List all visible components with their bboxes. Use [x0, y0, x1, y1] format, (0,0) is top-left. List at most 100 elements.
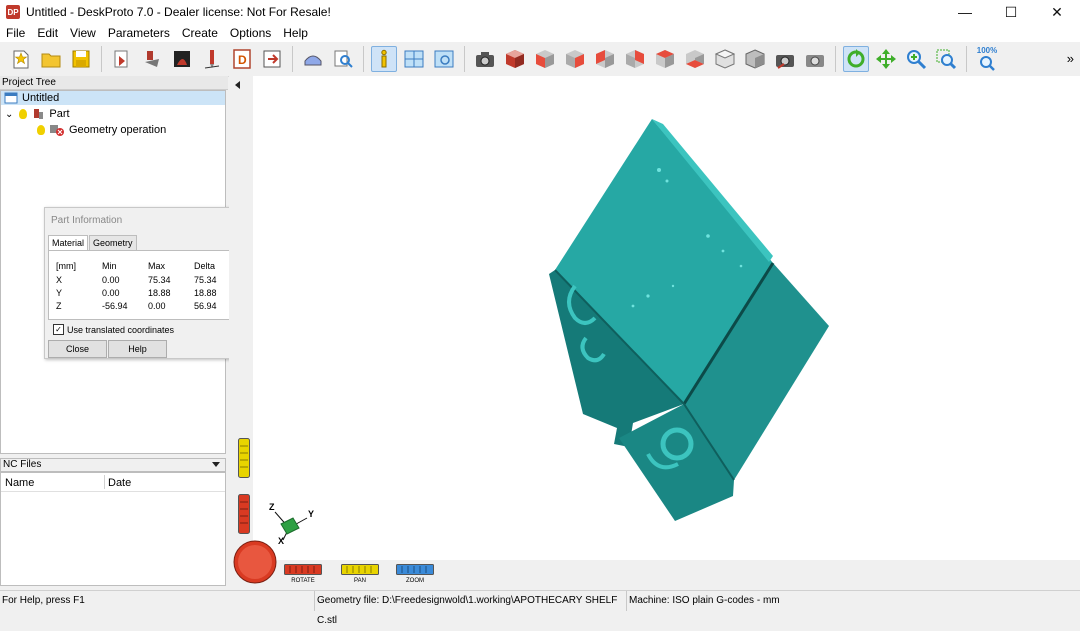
toolbar-separator — [363, 46, 364, 72]
row-max-value: 75.34 — [148, 275, 171, 285]
drawing-import-icon[interactable]: D — [229, 46, 255, 72]
close-window-button[interactable]: ✕ — [1034, 0, 1080, 24]
dialog-close-button[interactable]: Close — [48, 340, 107, 358]
row-min-value: 0.00 — [102, 275, 120, 285]
tab-material[interactable]: Material — [48, 235, 89, 251]
pan-wheel-icon[interactable] — [341, 564, 379, 575]
simulation-icon[interactable] — [300, 46, 326, 72]
info-icon[interactable] — [371, 46, 397, 72]
tree-item-geometry-operation[interactable]: Geometry operation — [37, 123, 166, 137]
rotate-view-icon[interactable] — [843, 46, 869, 72]
toolbar-overflow-button[interactable]: » — [1067, 51, 1074, 66]
row-min-value: -56.94 — [102, 301, 128, 311]
3d-model-apothecary-shelf[interactable] — [253, 76, 1080, 586]
tree-item-part[interactable]: ⌄ Part — [5, 107, 70, 121]
column-header-delta: Delta — [194, 261, 216, 271]
part-dimensions-table: [mm] Min Max Delta X 0.00 75.34 75.34 Y … — [48, 250, 244, 320]
menu-bar: File Edit View Parameters Create Options… — [0, 24, 1080, 42]
tree-item-label: Untitled — [22, 92, 60, 104]
pan-control[interactable]: PAN — [340, 564, 380, 585]
menu-help[interactable]: Help — [277, 26, 314, 40]
pan-view-icon[interactable] — [873, 46, 899, 72]
column-header-min: Min — [102, 261, 117, 271]
chevron-down-icon[interactable]: ⌄ — [5, 109, 13, 120]
main-toolbar: D 100% » — [0, 42, 1080, 77]
view-shaded-icon[interactable] — [742, 46, 768, 72]
rotate-dial-icon[interactable] — [231, 538, 279, 586]
toolbar-separator — [101, 46, 102, 72]
save-icon[interactable] — [68, 46, 94, 72]
collapse-panel-icon[interactable] — [235, 81, 240, 89]
zoom-wheel-icon[interactable] — [396, 564, 434, 575]
pan-scroll-wheel-icon[interactable] — [238, 438, 250, 478]
toolbar-separator — [966, 46, 967, 72]
preview-search-icon[interactable] — [330, 46, 356, 72]
translated-coordinates-checkbox[interactable]: ✓ Use translated coordinates — [53, 324, 174, 335]
zoom-window-icon[interactable] — [933, 46, 959, 72]
checkbox-check-icon[interactable]: ✓ — [53, 324, 64, 335]
app-logo-icon: DP — [6, 5, 20, 19]
nc-files-title: NC Files — [3, 459, 42, 470]
zoom-control[interactable]: ZOOM — [395, 564, 435, 585]
3d-viewport[interactable]: Z Y X ROTATE PAN ZOOM — [233, 76, 1080, 586]
nc-column-date[interactable]: Date — [108, 477, 131, 489]
menu-parameters[interactable]: Parameters — [102, 26, 176, 40]
menu-create[interactable]: Create — [176, 26, 224, 40]
tab-geometry[interactable]: Geometry — [89, 235, 137, 251]
nc-files-dropdown-icon[interactable] — [212, 462, 220, 467]
geometry-operation-icon — [50, 125, 64, 136]
zoom-in-icon[interactable] — [903, 46, 929, 72]
open-folder-icon[interactable] — [38, 46, 64, 72]
view-camera-redo-icon[interactable] — [802, 46, 828, 72]
menu-file[interactable]: File — [0, 26, 31, 40]
view-back-icon[interactable] — [592, 46, 618, 72]
dialog-tabs: Material Geometry — [48, 235, 138, 251]
zoom-100-label: 100% — [976, 46, 998, 55]
row-min-value: 0.00 — [102, 288, 120, 298]
lightbulb-icon[interactable] — [37, 125, 45, 135]
row-axis-label: Z — [56, 301, 62, 311]
menu-options[interactable]: Options — [224, 26, 277, 40]
rotate-wheel-icon[interactable] — [284, 564, 322, 575]
menu-view[interactable]: View — [64, 26, 102, 40]
column-divider — [104, 475, 105, 489]
window-title: Untitled - DeskProto 7.0 - Dealer licens… — [26, 5, 331, 19]
zoom-100-icon[interactable]: 100% — [974, 46, 1000, 72]
view-camera-undo-icon[interactable] — [772, 46, 798, 72]
rotate-scroll-wheel-icon[interactable] — [238, 494, 250, 534]
view-top-icon[interactable] — [652, 46, 678, 72]
dialog-help-button[interactable]: Help — [108, 340, 167, 358]
tree-item-label: Geometry operation — [69, 124, 167, 136]
axis-label-y: Y — [308, 509, 315, 519]
export-nc-icon[interactable] — [259, 46, 285, 72]
tool-icon[interactable] — [199, 46, 225, 72]
view-bottom-icon[interactable] — [682, 46, 708, 72]
view-left-icon[interactable] — [622, 46, 648, 72]
status-help-text: For Help, press F1 — [2, 595, 85, 606]
minimize-button[interactable]: — — [942, 0, 988, 24]
row-delta-value: 56.94 — [194, 301, 217, 311]
view-right-icon[interactable] — [562, 46, 588, 72]
view-window-icon[interactable] — [431, 46, 457, 72]
menu-edit[interactable]: Edit — [31, 26, 64, 40]
lightbulb-icon[interactable] — [19, 109, 28, 119]
view-wireframe-icon[interactable] — [712, 46, 738, 72]
nc-column-name[interactable]: Name — [5, 477, 34, 489]
camera-icon[interactable] — [472, 46, 498, 72]
rotate-control[interactable]: ROTATE — [283, 564, 323, 585]
part-operation-icon[interactable] — [139, 46, 165, 72]
view-iso-icon[interactable] — [502, 46, 528, 72]
bitmap-operation-icon[interactable] — [169, 46, 195, 72]
column-header-unit: [mm] — [56, 261, 76, 271]
tree-item-project[interactable]: Untitled — [1, 91, 225, 105]
maximize-button[interactable]: ☐ — [988, 0, 1034, 24]
column-header-max: Max — [148, 261, 166, 271]
nc-header-divider — [1, 491, 225, 492]
dialog-title: Part Information — [51, 215, 123, 226]
pan-label: PAN — [354, 578, 366, 584]
import-geometry-icon[interactable] — [109, 46, 135, 72]
window-layout-icon[interactable] — [401, 46, 427, 72]
status-geometry-file: Geometry file: D:\Freedesignwold\1.worki… — [314, 591, 622, 626]
view-front-icon[interactable] — [532, 46, 558, 72]
new-project-icon[interactable] — [8, 46, 34, 72]
